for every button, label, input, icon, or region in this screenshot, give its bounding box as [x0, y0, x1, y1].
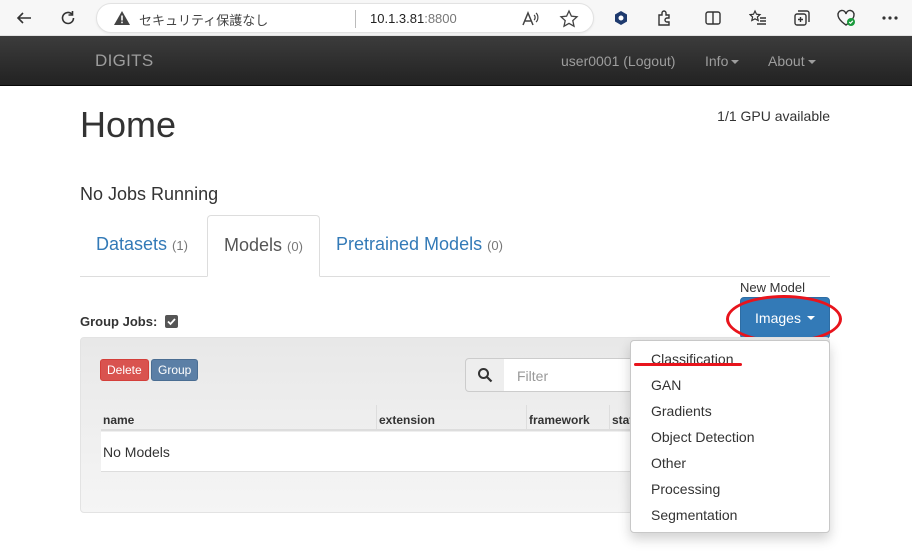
- tab-count: (0): [487, 238, 503, 253]
- new-model-label: New Model: [740, 280, 806, 295]
- menu-item-other[interactable]: Other: [651, 455, 686, 471]
- address-separator: [355, 10, 356, 28]
- url-text: 10.1.3.81:8800: [370, 11, 457, 26]
- logout-link[interactable]: user0001 (Logout): [561, 53, 675, 69]
- tab-models[interactable]: Models (0): [207, 215, 320, 277]
- caret-down-icon: [807, 60, 816, 65]
- annotation-underline: [634, 363, 742, 366]
- collections-icon[interactable]: [788, 4, 816, 32]
- group-jobs-control: Group Jobs:: [80, 314, 178, 329]
- brand-logo-text[interactable]: DIGITS: [95, 51, 153, 71]
- tab-pretrained-models[interactable]: Pretrained Models (0): [320, 215, 519, 277]
- favorite-star-icon[interactable]: [559, 9, 579, 34]
- refresh-icon[interactable]: [54, 4, 82, 32]
- filter-input[interactable]: Filter: [504, 358, 644, 392]
- info-menu[interactable]: Info: [705, 53, 740, 69]
- gpu-status: 1/1 GPU available: [717, 108, 830, 124]
- browser-essentials-icon[interactable]: [832, 4, 860, 32]
- address-bar[interactable]: セキュリティ保護なし 10.1.3.81:8800: [96, 3, 594, 33]
- tab-label: Pretrained Models: [336, 234, 483, 254]
- menu-item-gradients[interactable]: Gradients: [651, 403, 712, 419]
- read-aloud-icon[interactable]: [521, 10, 539, 33]
- jobs-status: No Jobs Running: [80, 184, 219, 204]
- browser-toolbar: セキュリティ保護なし 10.1.3.81:8800: [0, 0, 912, 36]
- group-button[interactable]: Group: [151, 359, 199, 381]
- warning-icon: [113, 10, 131, 31]
- delete-button[interactable]: Delete: [100, 359, 149, 381]
- about-menu[interactable]: About: [768, 53, 816, 69]
- images-dropdown-menu: Classification GAN Gradients Object Dete…: [630, 340, 830, 533]
- images-dropdown-button[interactable]: Images: [740, 297, 830, 339]
- menu-item-segmentation[interactable]: Segmentation: [651, 507, 737, 523]
- search-icon: [465, 358, 505, 392]
- tab-datasets[interactable]: Datasets (1): [80, 215, 204, 277]
- security-label: セキュリティ保護なし: [139, 14, 269, 29]
- job-tabs: Datasets (1) Models (0) Pretrained Models (…: [80, 215, 830, 277]
- url-port: :8800: [424, 11, 457, 26]
- images-button-label: Images: [755, 310, 801, 326]
- empty-table-message: No Models: [101, 432, 641, 472]
- about-menu-label: About: [768, 53, 805, 69]
- group-jobs-label: Group Jobs:: [80, 314, 158, 329]
- tab-label: Datasets: [96, 234, 168, 254]
- column-header-framework[interactable]: framework: [526, 405, 609, 431]
- extensions-icon[interactable]: [651, 4, 679, 32]
- page-title: Home: [80, 104, 177, 145]
- tab-count: (1): [172, 238, 188, 253]
- back-icon[interactable]: [10, 4, 38, 32]
- tab-count: (0): [287, 239, 303, 254]
- info-menu-label: Info: [705, 53, 729, 69]
- group-jobs-checkbox[interactable]: [164, 315, 178, 328]
- menu-item-processing[interactable]: Processing: [651, 481, 720, 497]
- extension-shield-icon[interactable]: [607, 4, 635, 32]
- menu-item-object-detection[interactable]: Object Detection: [651, 429, 755, 445]
- split-screen-icon[interactable]: [699, 4, 727, 32]
- column-header-extension[interactable]: extension: [376, 405, 526, 431]
- column-header-name[interactable]: name: [101, 405, 376, 431]
- menu-item-gan[interactable]: GAN: [651, 377, 681, 393]
- top-navbar: DIGITS user0001 (Logout) Info About: [0, 36, 912, 86]
- caret-down-icon: [731, 60, 740, 65]
- tab-label: Models: [224, 235, 283, 255]
- more-options-icon[interactable]: [876, 4, 904, 32]
- caret-down-icon: [806, 316, 815, 320]
- favorites-list-icon[interactable]: [744, 4, 772, 32]
- url-host: 10.1.3.81: [370, 11, 425, 26]
- models-table: name extension framework stat No Models: [101, 405, 641, 473]
